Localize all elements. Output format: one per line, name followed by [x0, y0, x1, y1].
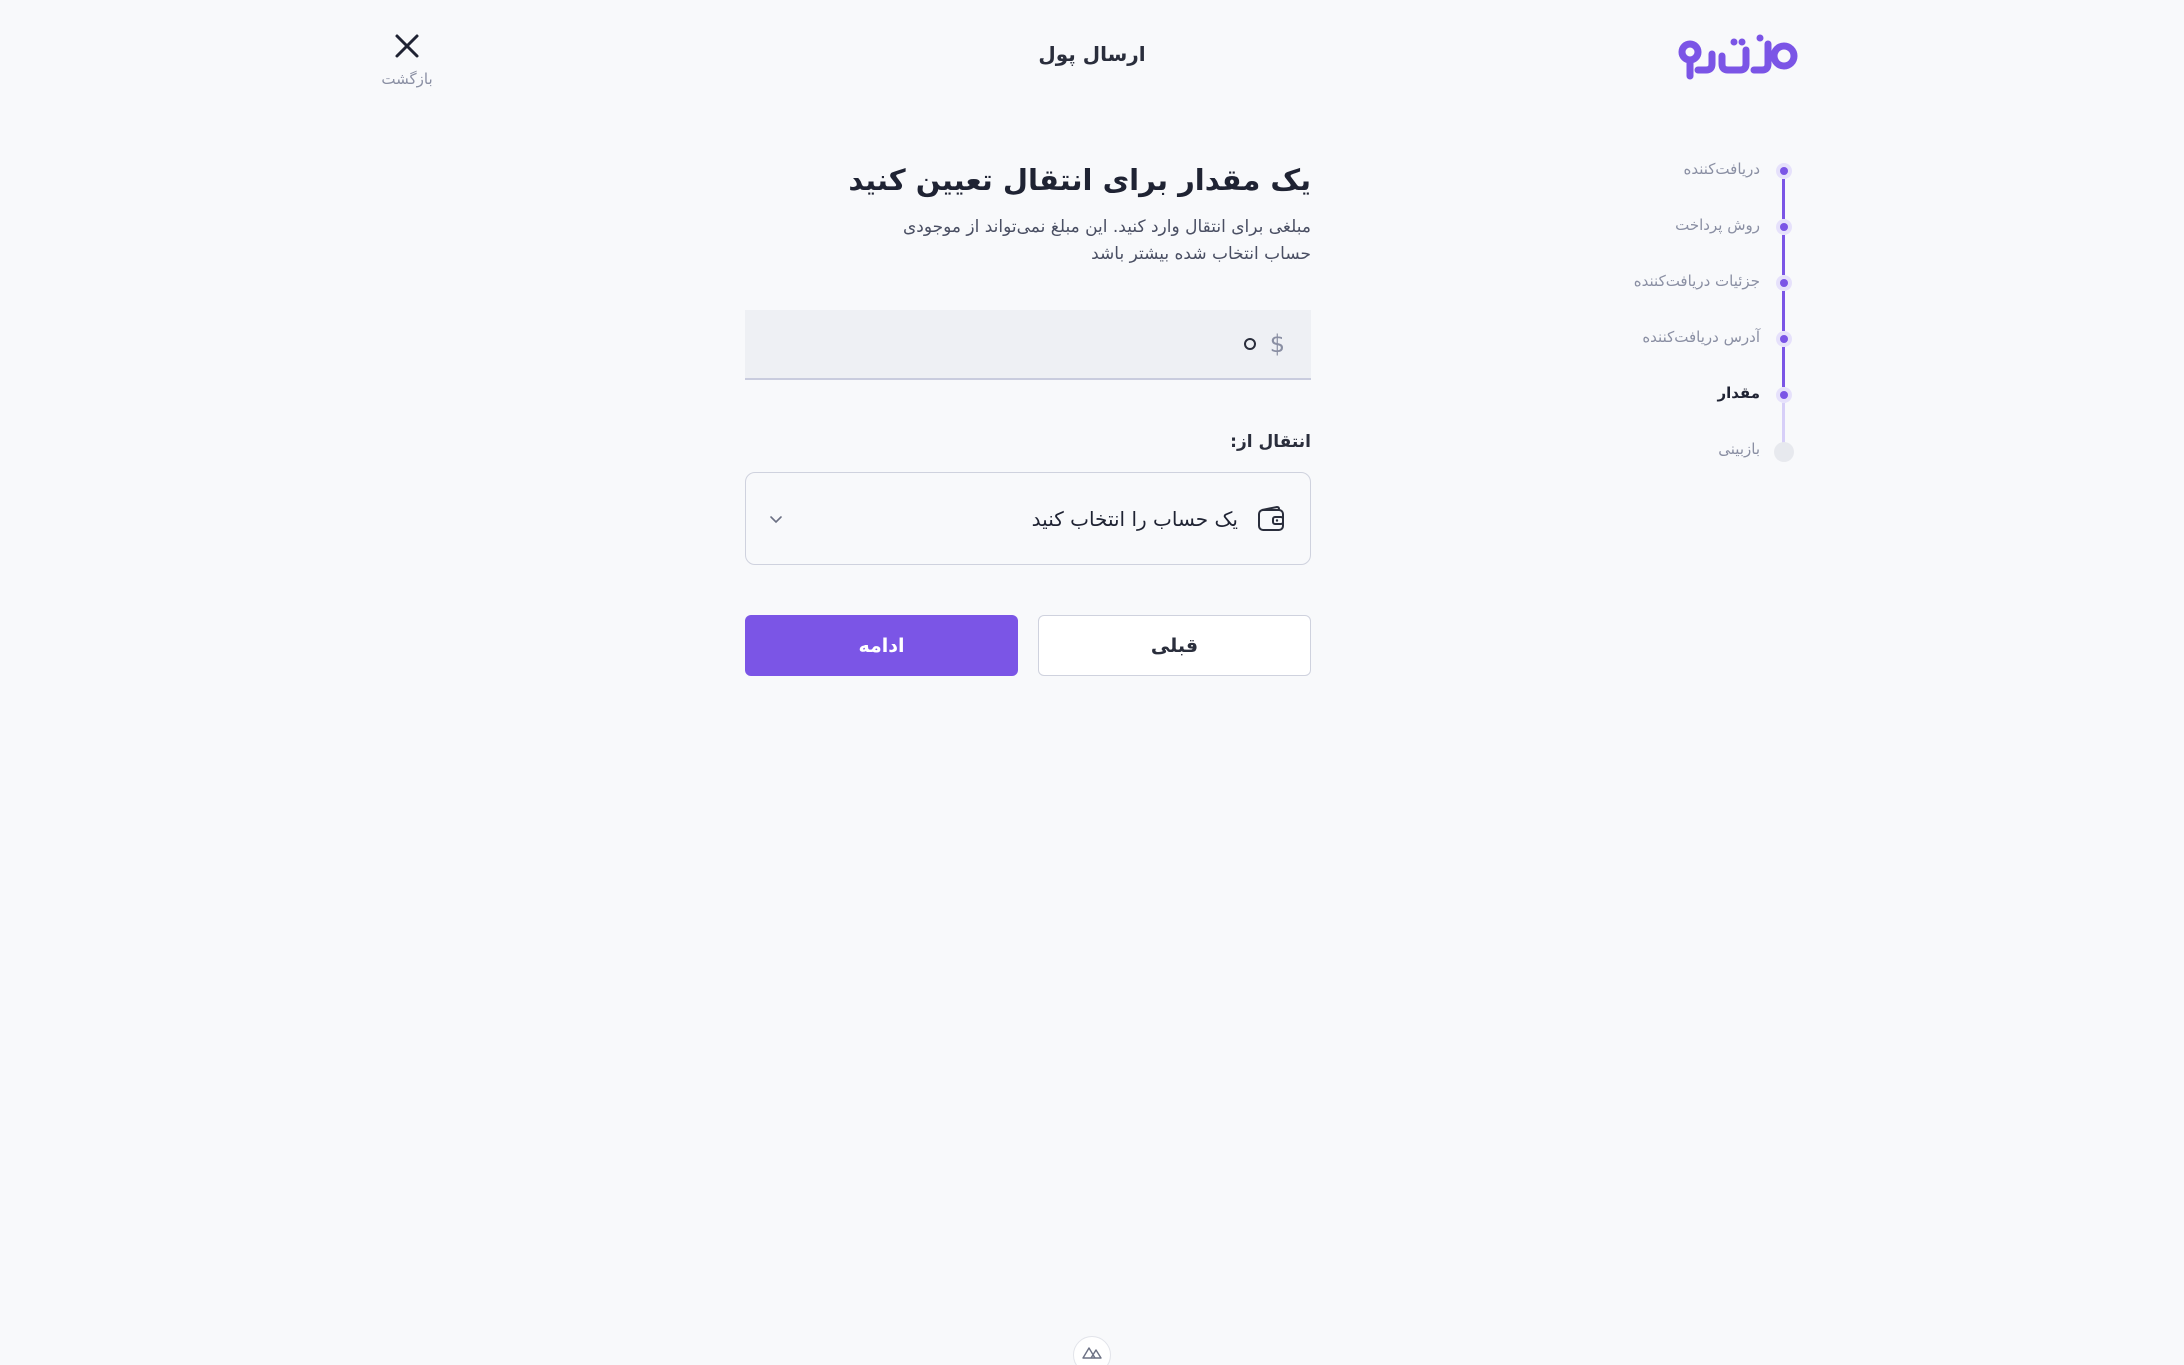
step-dot — [1776, 275, 1792, 291]
step-label: بازبینی — [1718, 440, 1760, 458]
progress-stepper: دریافت‌کننده روش پرداخت جزئیات دریافت‌کن… — [1560, 156, 1810, 492]
step-dot — [1776, 331, 1792, 347]
step-review[interactable]: بازبینی — [1560, 436, 1810, 492]
step-label: مقدار — [1717, 384, 1760, 402]
amount-value-zero — [1243, 338, 1256, 350]
send-money-page: بازگشت ارسال پول دریافت‌کننده روش پرداخت — [0, 0, 2184, 1365]
devtools-toggle[interactable] — [1073, 1336, 1111, 1365]
page-title: ارسال پول — [1038, 42, 1146, 66]
step-label: جزئیات دریافت‌کننده — [1633, 272, 1760, 290]
step-dot — [1776, 219, 1792, 235]
currency-symbol: $ — [1269, 330, 1285, 358]
step-label: آدرس دریافت‌کننده — [1642, 328, 1760, 346]
step-recipient[interactable]: دریافت‌کننده — [1560, 156, 1810, 219]
step-label: دریافت‌کننده — [1683, 160, 1761, 178]
amount-form: یک مقدار برای انتقال تعیین کنید مبلغی بر… — [745, 160, 1311, 676]
step-recipient-details[interactable]: جزئیات دریافت‌کننده — [1560, 268, 1810, 331]
step-amount[interactable]: مقدار — [1560, 380, 1810, 443]
form-description: مبلغی برای انتقال وارد کنید. این مبلغ نم… — [902, 217, 1311, 264]
form-title: یک مقدار برای انتقال تعیین کنید — [848, 163, 1311, 197]
step-dot — [1776, 163, 1792, 179]
form-actions: قبلی ادامه — [745, 615, 1311, 676]
previous-button[interactable]: قبلی — [1038, 615, 1311, 676]
close-icon — [395, 34, 419, 58]
transfer-from-label: انتقال از: — [1230, 432, 1311, 452]
step-dot — [1774, 442, 1794, 462]
wallet-icon — [1258, 505, 1284, 531]
continue-button[interactable]: ادامه — [745, 615, 1018, 676]
step-label: روش پرداخت — [1675, 216, 1760, 234]
account-select-placeholder: یک حساب را انتخاب کنید — [1031, 506, 1238, 531]
step-payment-method[interactable]: روش پرداخت — [1560, 212, 1810, 275]
step-dot — [1776, 387, 1792, 403]
brand-logo — [1678, 34, 1798, 80]
amount-input[interactable]: $ — [745, 310, 1311, 380]
close-button[interactable]: بازگشت — [366, 26, 448, 88]
nuxt-icon — [1082, 1347, 1102, 1359]
step-recipient-address[interactable]: آدرس دریافت‌کننده — [1560, 324, 1810, 387]
chevron-down-icon — [770, 515, 782, 523]
account-select[interactable]: یک حساب را انتخاب کنید — [745, 472, 1311, 565]
close-label: بازگشت — [381, 70, 433, 88]
